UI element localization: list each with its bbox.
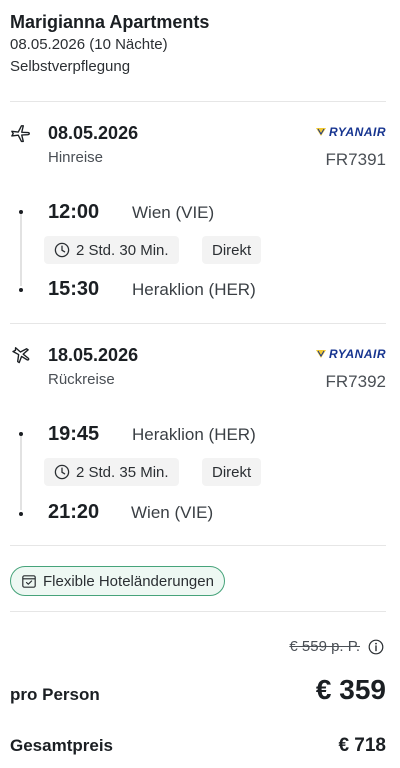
duration-chip: 2 Std. 35 Min. bbox=[44, 458, 179, 486]
flexible-changes-badge[interactable]: Flexible Hoteländerungen bbox=[10, 566, 225, 596]
board-type: Selbstverpflegung bbox=[10, 58, 131, 75]
departure-time: 19:45 bbox=[48, 423, 100, 445]
departure-time: 12:00 bbox=[48, 201, 100, 223]
total-label: Gesamtpreis bbox=[10, 736, 113, 755]
divider bbox=[10, 611, 386, 612]
return-date: 18.05.2026 bbox=[48, 345, 139, 365]
divider bbox=[10, 323, 386, 324]
outbound-flight: 08.05.2026 Hinreise RYANAIR FR7391 12:00… bbox=[0, 122, 400, 302]
hotel-summary: Marigianna Apartments 08.05.2026 (10 Näc… bbox=[10, 10, 386, 78]
clock-icon bbox=[54, 242, 70, 258]
return-flight: 18.05.2026 Rückreise RYANAIR FR7392 19:4… bbox=[0, 344, 400, 524]
stops-text: Direkt bbox=[212, 463, 252, 481]
flight-number: FR7391 bbox=[325, 150, 386, 169]
arrival-dot bbox=[19, 512, 23, 516]
arrival-dot bbox=[19, 288, 23, 292]
airline-harp-icon bbox=[315, 350, 326, 358]
departure-dot bbox=[19, 210, 23, 214]
calendar-check-icon bbox=[22, 575, 36, 588]
hotel-name: Marigianna Apartments bbox=[10, 12, 210, 32]
flexible-changes-label: Flexible Hoteländerungen bbox=[43, 572, 214, 590]
plane-departure-icon bbox=[11, 125, 30, 143]
clock-icon bbox=[54, 464, 70, 480]
stops-chip: Direkt bbox=[202, 236, 262, 264]
airline-harp-icon bbox=[315, 128, 326, 136]
route-line bbox=[20, 434, 22, 510]
plane-arrival-icon bbox=[12, 347, 30, 364]
duration-chip: 2 Std. 30 Min. bbox=[44, 236, 179, 264]
total-price: € 718 bbox=[338, 735, 386, 756]
flight-number: FR7392 bbox=[325, 372, 386, 391]
departure-place: Heraklion (HER) bbox=[132, 425, 256, 444]
outbound-date: 08.05.2026 bbox=[48, 123, 139, 143]
airline-logo: RYANAIR bbox=[315, 125, 386, 139]
route-line bbox=[20, 212, 22, 286]
airline-name: RYANAIR bbox=[328, 347, 386, 361]
stops-chip: Direkt bbox=[202, 458, 262, 486]
divider bbox=[10, 545, 386, 546]
duration-text: 2 Std. 35 Min. bbox=[76, 463, 169, 481]
info-icon[interactable] bbox=[368, 639, 384, 655]
per-person-price: € 359 bbox=[315, 674, 386, 705]
arrival-time: 21:20 bbox=[48, 501, 100, 523]
arrival-time: 15:30 bbox=[48, 278, 100, 300]
return-direction: Rückreise bbox=[48, 371, 115, 388]
stay-dates: 08.05.2026 (10 Nächte) bbox=[10, 36, 168, 53]
airline-logo: RYANAIR bbox=[315, 347, 386, 361]
departure-dot bbox=[19, 432, 23, 436]
airline-name: RYANAIR bbox=[328, 125, 386, 139]
stops-text: Direkt bbox=[212, 241, 252, 259]
per-person-label: pro Person bbox=[10, 685, 100, 704]
divider bbox=[10, 101, 386, 102]
departure-place: Wien (VIE) bbox=[132, 203, 215, 222]
arrival-place: Wien (VIE) bbox=[131, 503, 214, 522]
outbound-direction: Hinreise bbox=[48, 149, 104, 166]
original-price: € 559 p. P. bbox=[289, 638, 360, 655]
duration-text: 2 Std. 30 Min. bbox=[76, 241, 169, 259]
arrival-place: Heraklion (HER) bbox=[132, 280, 256, 299]
